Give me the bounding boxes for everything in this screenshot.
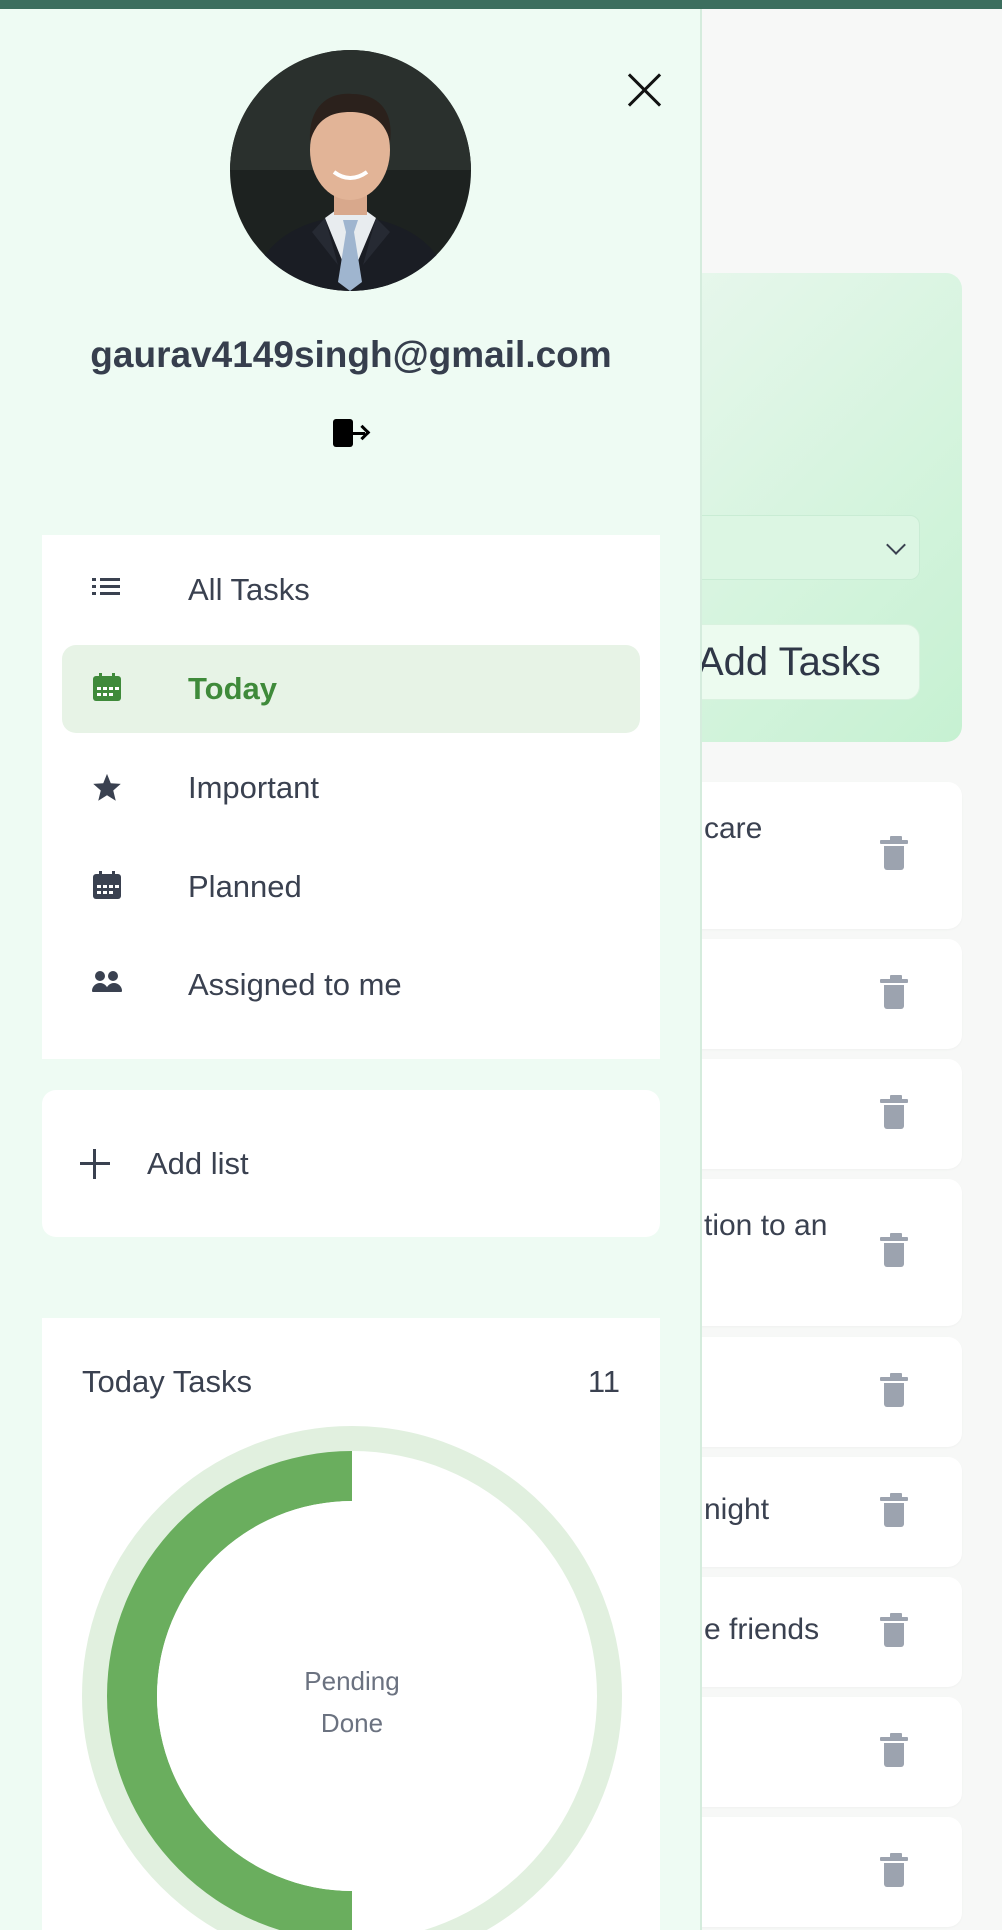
trash-icon[interactable] — [880, 1733, 908, 1767]
add-list-button[interactable]: Add list — [42, 1090, 660, 1237]
trash-icon[interactable] — [880, 975, 908, 1009]
nav-label: Assigned to me — [188, 967, 402, 1002]
task-text: care — [704, 812, 763, 845]
task-card[interactable]: care — [680, 782, 962, 929]
calendar-icon — [92, 871, 122, 901]
top-bar — [0, 0, 1002, 9]
nav-label: All Tasks — [188, 572, 310, 607]
logout-icon[interactable] — [333, 419, 371, 451]
chevron-down-icon — [886, 535, 906, 555]
task-card[interactable] — [680, 1059, 962, 1169]
task-card[interactable] — [680, 1697, 962, 1807]
calendar-today-icon — [92, 673, 122, 703]
task-card[interactable]: night — [680, 1457, 962, 1567]
people-icon — [92, 969, 122, 999]
nav-menu: All Tasks Today Important Planned Assign… — [42, 535, 660, 1059]
stats-title: Today Tasks — [82, 1364, 253, 1399]
avatar — [230, 50, 471, 291]
task-card[interactable] — [680, 1817, 962, 1927]
legend-pending: Pending — [304, 1666, 400, 1696]
today-stats-card: Today Tasks 11 Pending Done — [42, 1318, 660, 1930]
task-card[interactable]: e friends — [680, 1577, 962, 1687]
stats-count: 11 — [587, 1364, 620, 1399]
nav-label: Today — [188, 671, 277, 706]
nav-item-planned[interactable]: Planned — [62, 843, 640, 931]
nav-item-assigned-to-me[interactable]: Assigned to me — [62, 941, 640, 1029]
task-text: tion to an — [704, 1209, 828, 1242]
trash-icon[interactable] — [880, 1613, 908, 1647]
user-email: gaurav4149singh@gmail.com — [90, 334, 612, 375]
trash-icon[interactable] — [880, 836, 908, 870]
list-select[interactable] — [690, 515, 920, 580]
add-tasks-label: Add Tasks — [697, 639, 881, 684]
legend-done: Done — [320, 1708, 384, 1738]
list-icon — [92, 574, 122, 604]
plus-icon — [80, 1149, 110, 1179]
task-card[interactable] — [680, 1337, 962, 1447]
task-card[interactable]: tion to an — [680, 1179, 962, 1326]
donut-chart: Pending Done — [82, 1426, 622, 1930]
task-text: e friends — [704, 1613, 820, 1646]
star-icon — [92, 772, 122, 802]
task-text: night — [704, 1493, 770, 1526]
trash-icon[interactable] — [880, 1493, 908, 1527]
trash-icon[interactable] — [880, 1373, 908, 1407]
trash-icon[interactable] — [880, 1095, 908, 1129]
nav-label: Important — [188, 770, 319, 805]
nav-item-important[interactable]: Important — [62, 744, 640, 832]
nav-label: Planned — [188, 869, 302, 904]
trash-icon[interactable] — [880, 1853, 908, 1887]
nav-item-today[interactable]: Today — [62, 645, 640, 733]
nav-item-all-tasks[interactable]: All Tasks — [62, 546, 640, 634]
task-card[interactable] — [680, 939, 962, 1049]
add-tasks-button[interactable]: Add Tasks — [680, 624, 920, 700]
add-list-label: Add list — [147, 1146, 249, 1181]
side-drawer: gaurav4149singh@gmail.com All Tasks Toda… — [0, 9, 702, 1930]
close-icon[interactable] — [626, 71, 664, 109]
trash-icon[interactable] — [880, 1233, 908, 1267]
